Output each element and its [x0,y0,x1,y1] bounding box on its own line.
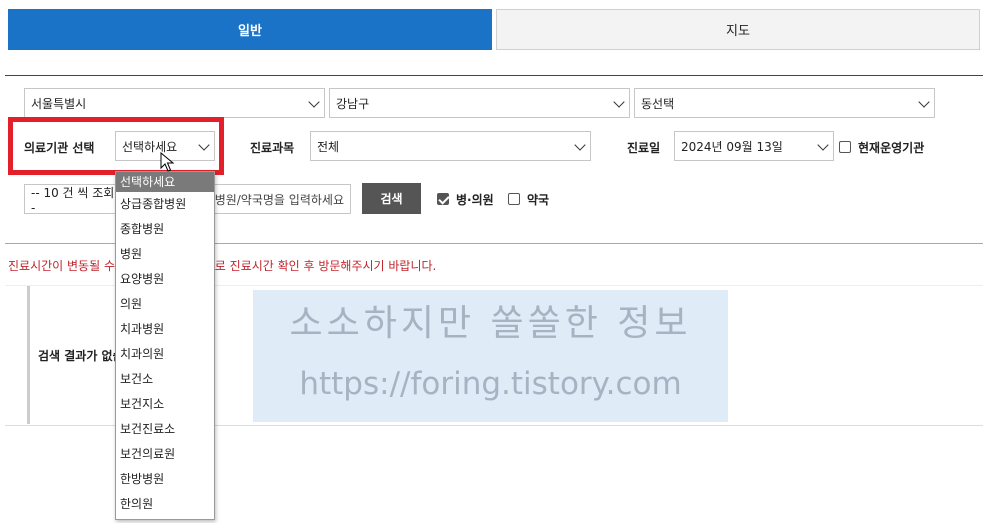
district-select-value: 강남구 [336,96,370,111]
city-select[interactable]: 서울특별시 [24,88,325,118]
department-select-value: 전체 [317,139,340,154]
dropdown-option[interactable]: 한방병원 [116,467,214,492]
dropdown-option[interactable]: 보건지소 [116,392,214,417]
mouse-cursor-icon [160,152,174,172]
clinic-label: 병·의원 [456,193,494,207]
pharmacy-label: 약국 [527,193,550,207]
department-select[interactable]: 전체 [310,131,591,161]
tab-map[interactable]: 지도 [496,9,980,50]
date-select[interactable]: 2024년 09월 13일 [674,131,834,161]
notice-text: 진료시간이 변동될 수 있으니 반드시 전화로 진료시간 확인 후 방문해주시기… [8,259,437,273]
pharmacy-checkbox[interactable] [508,193,520,205]
operating-label: 현재운영기관 [858,141,925,155]
highlight-annotation [8,117,224,175]
watermark-url: https://foring.tistory.com [299,366,682,402]
department-label: 진료과목 [250,141,295,155]
date-select-value: 2024년 09월 13일 [681,139,783,154]
watermark-title: 소소하지만 쏠쏠한 정보 [289,303,692,344]
dropdown-option[interactable]: 한의원 [116,492,214,517]
dropdown-option[interactable]: 보건소 [116,367,214,392]
result-accent-bar [27,286,30,424]
page-size-select[interactable]: -- 10 건 씩 조회 -- [24,184,124,215]
dong-select[interactable]: 동선택 [634,88,935,118]
search-button[interactable]: 검색 [362,183,421,214]
dropdown-option[interactable]: 보건진료소 [116,417,214,442]
chevron-down-icon [308,96,320,108]
dropdown-option[interactable]: 보건의료원 [116,442,214,467]
dropdown-option[interactable]: 치과의원 [116,342,214,367]
institution-dropdown-list[interactable]: 선택하세요 상급종합병원 종합병원 병원 요양병원 의원 치과병원 치과의원 보… [115,171,215,520]
dropdown-option[interactable]: 종합병원 [116,217,214,242]
date-label: 진료일 [627,141,661,155]
dropdown-option[interactable]: 병원 [116,242,214,267]
dropdown-option[interactable]: 선택하세요 [116,172,214,192]
city-select-value: 서울특별시 [31,96,87,111]
dropdown-option[interactable]: 상급종합병원 [116,192,214,217]
chevron-down-icon [574,139,586,151]
chevron-down-icon [613,96,625,108]
name-search-placeholder: 병원/약국명을 입력하세요 [214,192,344,207]
chevron-down-icon [817,139,829,151]
divider [5,75,983,76]
page-size-value: -- 10 건 씩 조회 -- [31,185,123,215]
dong-select-value: 동선택 [641,96,675,111]
clinic-checkbox[interactable] [437,193,449,205]
dropdown-option[interactable]: 치과병원 [116,317,214,342]
chevron-down-icon [918,96,930,108]
dropdown-option[interactable]: 요양병원 [116,267,214,292]
operating-checkbox[interactable] [839,141,851,153]
watermark: 소소하지만 쏠쏠한 정보 https://foring.tistory.com [253,290,728,422]
dropdown-option[interactable]: 의원 [116,292,214,317]
name-search-input[interactable]: 병원/약국명을 입력하세요 [210,184,351,214]
tab-general[interactable]: 일반 [8,9,492,50]
district-select[interactable]: 강남구 [329,88,630,118]
